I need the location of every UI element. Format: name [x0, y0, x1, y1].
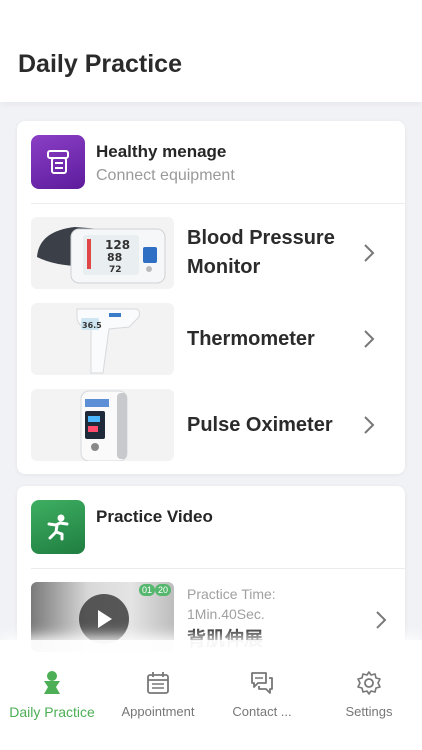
tab-settings[interactable]: Settings [322, 670, 416, 730]
health-card-header: Healthy menage Connect equipment [31, 135, 391, 190]
device-item-blood-pressure[interactable]: 128 88 72 Blood Pressure Monitor [31, 217, 391, 289]
device-label: Blood Pressure Monitor [187, 227, 335, 278]
divider [31, 568, 405, 569]
device-item-thermometer[interactable]: 36.5 Thermometer [31, 303, 391, 375]
practice-video-header: Practice Video [31, 500, 391, 555]
app-header: Daily Practice [0, 0, 422, 102]
svg-text:128: 128 [105, 238, 130, 252]
health-card-title: Healthy menage [96, 142, 227, 161]
practice-video-card: Practice Video 01 20 Practice Time: 1Min… [17, 486, 405, 656]
tab-label: Contact ... [232, 704, 292, 719]
play-button[interactable] [79, 594, 129, 644]
blood-pressure-monitor-image: 128 88 72 [31, 217, 174, 289]
page-title: Daily Practice [18, 50, 182, 78]
tab-label: Daily Practice [9, 704, 95, 720]
svg-text:88: 88 [107, 251, 122, 264]
gear-icon [357, 671, 381, 695]
play-icon [98, 610, 112, 628]
video-badge: 01 [139, 584, 156, 596]
tab-label: Appointment [121, 704, 195, 719]
calendar-icon [147, 672, 169, 694]
thermometer-image: 36.5 [31, 303, 174, 375]
tab-appointment[interactable]: Appointment [110, 670, 206, 730]
practice-video-title: Practice Video [96, 507, 213, 526]
chevron-right-icon [364, 330, 375, 348]
divider [31, 203, 405, 204]
tab-contact[interactable]: Contact ... [214, 670, 310, 730]
device-item-pulse-oximeter[interactable]: Pulse Oximeter [31, 389, 391, 461]
health-equipment-icon [31, 135, 85, 189]
device-label: Pulse Oximeter [187, 413, 333, 436]
person-practice-icon [44, 671, 60, 694]
exercise-icon [31, 500, 85, 554]
chat-icon [251, 672, 273, 694]
chevron-right-icon [364, 416, 375, 434]
practice-time-value: 1Min.40Sec. [187, 606, 265, 622]
tab-label: Settings [345, 704, 393, 719]
health-card: Healthy menage Connect equipment 128 88 … [17, 121, 405, 474]
health-card-subtitle: Connect equipment [96, 167, 235, 184]
video-badge: 20 [155, 584, 172, 596]
device-label: Thermometer [187, 327, 315, 350]
bottom-tab-bar: Daily Practice Appointment Contact ... S… [0, 640, 422, 750]
pulse-oximeter-image [31, 389, 174, 461]
svg-text:72: 72 [109, 265, 122, 275]
chevron-right-icon [376, 611, 387, 629]
svg-text:36.5: 36.5 [82, 321, 102, 330]
tab-daily-practice[interactable]: Daily Practice [0, 670, 104, 730]
video-meta: Practice Time: 1Min.40Sec. [187, 584, 357, 624]
chevron-right-icon [364, 244, 375, 262]
practice-time-label: Practice Time: [187, 586, 276, 602]
